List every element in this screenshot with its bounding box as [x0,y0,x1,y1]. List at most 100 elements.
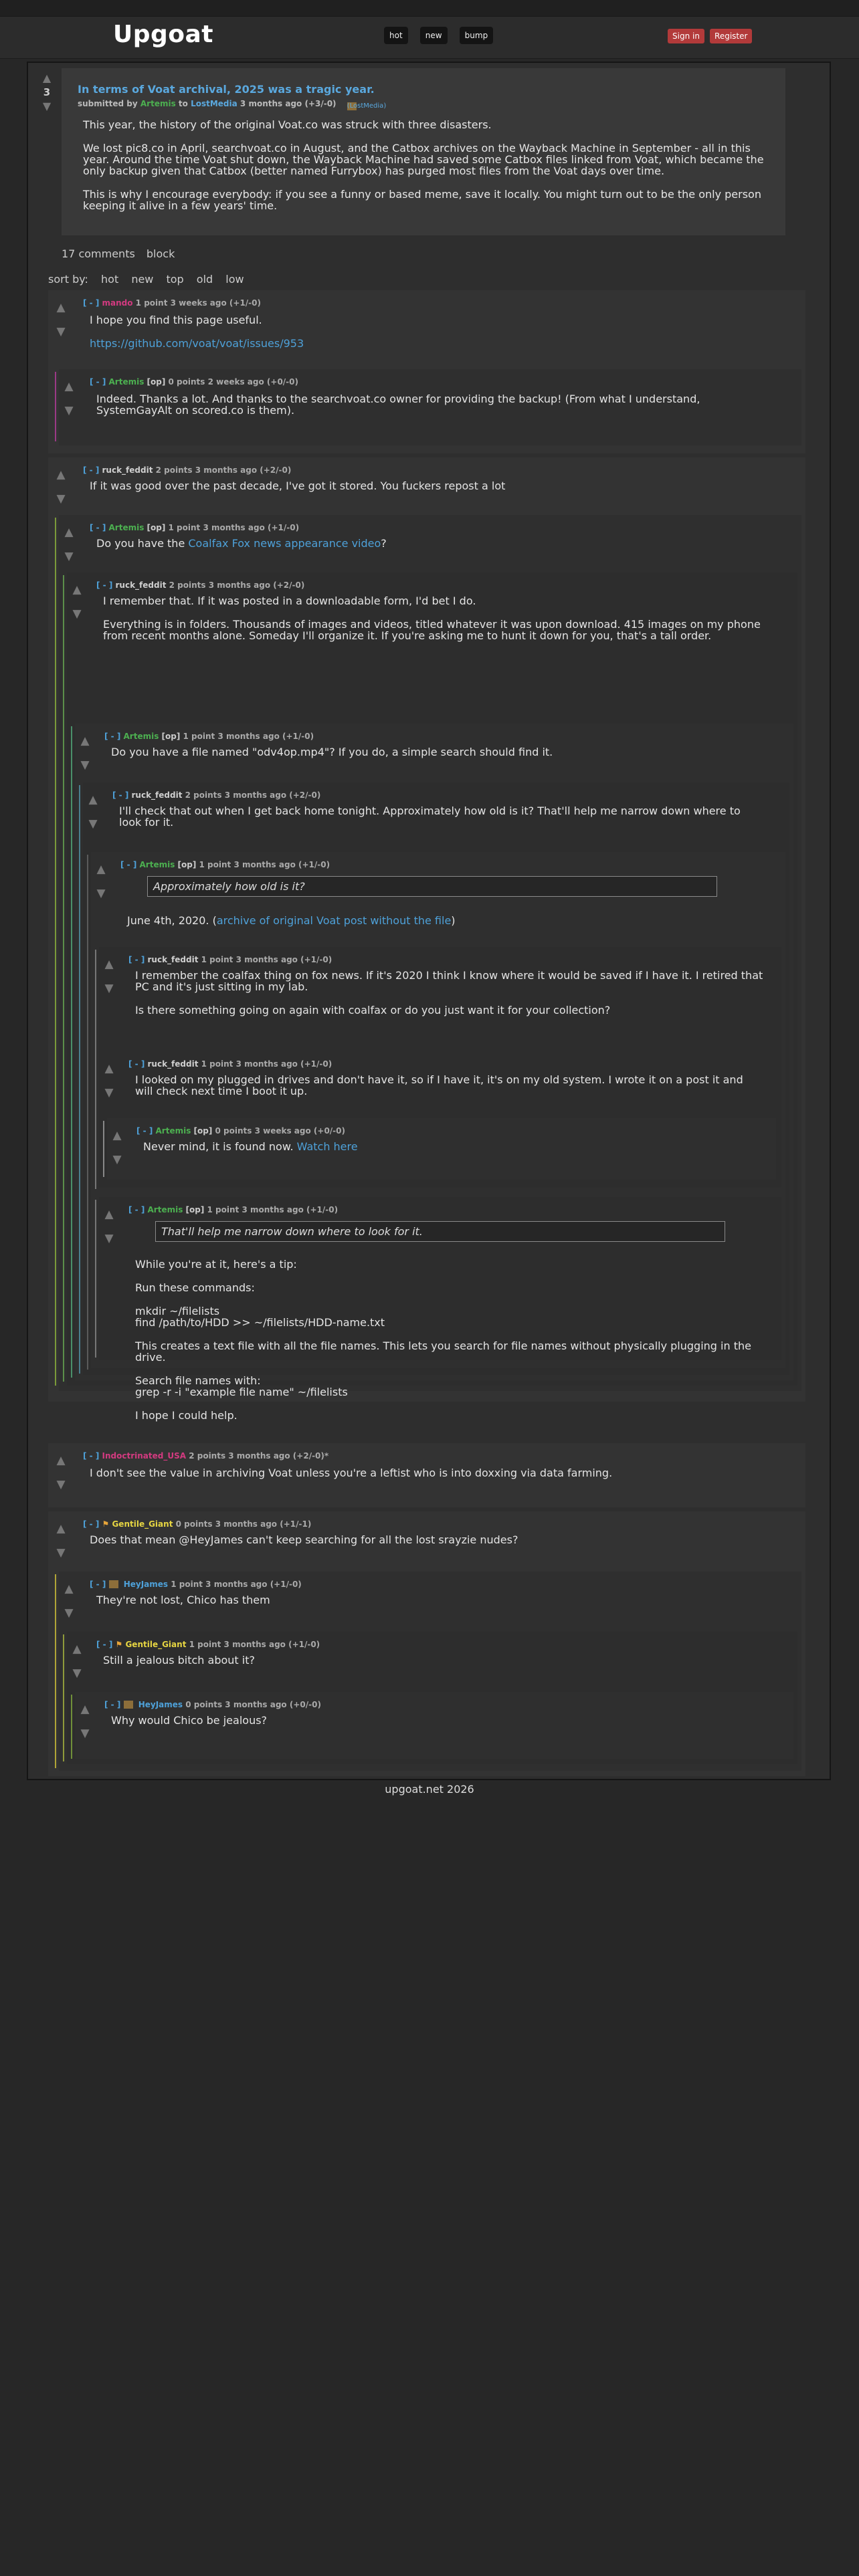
downvote-arrow-icon[interactable]: ▼ [70,1661,84,1685]
downvote-arrow-icon[interactable]: ▼ [102,1081,116,1105]
downvote-arrow-icon[interactable]: ▼ [54,320,68,344]
upvote-arrow-icon[interactable]: ▲ [78,729,92,753]
downvote-arrow-icon[interactable]: ▼ [62,544,76,568]
collapse-toggle[interactable]: [ - ] [90,377,106,387]
downvote-arrow-icon[interactable]: ▼ [102,976,116,1000]
downvote-arrow-icon[interactable]: ▼ [39,99,55,114]
collapse-toggle[interactable]: [ - ] [83,465,99,475]
comment-author[interactable]: ruck_feddit [132,790,183,800]
downvote-arrow-icon[interactable]: ▼ [86,812,100,836]
collapse-toggle[interactable]: [ - ] [96,1640,112,1649]
comment-author[interactable]: Artemis [124,732,159,741]
collapse-toggle[interactable]: [ - ] [128,1205,145,1214]
collapse-toggle[interactable]: [ - ] [83,1451,99,1461]
downvote-arrow-icon[interactable]: ▼ [78,753,92,777]
comment-body: That'll help me narrow down where to loo… [155,1221,725,1242]
site-logo[interactable]: Upgoat [113,21,213,48]
upvote-arrow-icon[interactable]: ▲ [54,1517,68,1541]
collapse-toggle[interactable]: [ - ] [112,790,128,800]
comment-author[interactable]: Artemis [148,1205,183,1214]
collapse-toggle[interactable]: [ - ] [96,580,112,590]
upvote-arrow-icon[interactable]: ▲ [62,1577,76,1601]
collapse-toggle[interactable]: [ - ] [136,1126,153,1136]
collapse-toggle[interactable]: [ - ] [128,1059,145,1069]
register-button[interactable]: Register [710,29,753,43]
post-title[interactable]: In terms of Voat archival, 2025 was a tr… [78,83,375,96]
sort-hot[interactable]: hot [101,273,118,286]
tab-bump[interactable]: bump [459,27,494,44]
collapse-toggle[interactable]: [ - ] [90,523,106,532]
comment-author[interactable]: ruck_feddit [148,955,199,964]
upvote-arrow-icon[interactable]: ▲ [54,463,68,487]
upvote-arrow-icon[interactable]: ▲ [78,1697,92,1721]
comment-body: Never mind, it is found now. Watch here [143,1141,358,1164]
sort-new[interactable]: new [131,273,153,286]
upvote-arrow-icon[interactable]: ▲ [102,1057,116,1081]
comment-author[interactable]: ruck_feddit [102,465,153,475]
comment-author[interactable]: Artemis [109,523,145,532]
collapse-toggle[interactable]: [ - ] [104,732,120,741]
downvote-arrow-icon[interactable]: ▼ [78,1721,92,1745]
comment-author[interactable]: Artemis [140,860,175,869]
collapse-toggle[interactable]: [ - ] [83,298,99,308]
comment-author[interactable]: mando [102,298,133,308]
upvote-arrow-icon[interactable]: ▲ [62,520,76,544]
downvote-arrow-icon[interactable]: ▼ [54,1541,68,1565]
tab-hot[interactable]: hot [384,27,408,44]
downvote-arrow-icon[interactable]: ▼ [62,399,76,423]
upvote-arrow-icon[interactable]: ▲ [102,952,116,976]
post-subverse[interactable]: LostMedia [191,99,237,108]
comments-link[interactable]: 17 comments [62,247,135,260]
upvote-arrow-icon[interactable]: ▲ [62,374,76,399]
upvote-arrow-icon[interactable]: ▲ [70,578,84,602]
downvote-arrow-icon[interactable]: ▼ [110,1148,124,1172]
tab-new[interactable]: new [419,27,448,44]
comment-link[interactable]: https://github.com/voat/voat/issues/953 [90,337,304,350]
comment-meta: [ - ] Artemis [op] 1 point 3 months ago … [128,1205,338,1214]
comment-link[interactable]: archive of original Voat post without th… [217,914,451,927]
upvote-arrow-icon[interactable]: ▲ [102,1202,116,1226]
comment-author[interactable]: HeyJames [138,1700,183,1709]
sort-top[interactable]: top [166,273,183,286]
downvote-arrow-icon[interactable]: ▼ [54,487,68,511]
sort-old[interactable]: old [197,273,213,286]
collapse-toggle[interactable]: [ - ] [90,1580,106,1589]
sort-low[interactable]: low [225,273,244,286]
op-badge: [op] [147,523,166,532]
sign-in-button[interactable]: Sign in [668,29,704,43]
comment-text: I remember that. If it was posted in a d… [103,595,476,607]
post-flair[interactable]: (LostMedia) [347,102,386,110]
upvote-arrow-icon[interactable]: ▲ [39,71,55,86]
downvote-arrow-icon[interactable]: ▼ [94,881,108,905]
comment-vote: ▲ ▼ [110,1123,124,1172]
op-badge: [op] [147,377,166,387]
upvote-arrow-icon[interactable]: ▲ [54,1448,68,1473]
comment-author[interactable]: Gentile_Giant [112,1519,173,1529]
comment-author[interactable]: ruck_feddit [148,1059,199,1069]
upvote-arrow-icon[interactable]: ▲ [70,1637,84,1661]
upvote-arrow-icon[interactable]: ▲ [86,788,100,812]
comment-author[interactable]: Artemis [109,377,145,387]
comment-author[interactable]: Indoctrinated_USA [102,1451,187,1461]
thread-line [71,726,72,1378]
comment-link[interactable]: Watch here [297,1140,358,1153]
collapse-toggle[interactable]: [ - ] [83,1519,99,1529]
comment-author[interactable]: ruck_feddit [116,580,167,590]
comment-author[interactable]: HeyJames [124,1580,168,1589]
collapse-toggle[interactable]: [ - ] [128,955,145,964]
upvote-arrow-icon[interactable]: ▲ [110,1123,124,1148]
downvote-arrow-icon[interactable]: ▼ [54,1473,68,1497]
block-link[interactable]: block [147,247,175,260]
downvote-arrow-icon[interactable]: ▼ [102,1226,116,1251]
downvote-arrow-icon[interactable]: ▼ [62,1601,76,1625]
comment-author[interactable]: Artemis [156,1126,191,1136]
upvote-arrow-icon[interactable]: ▲ [54,296,68,320]
thread-line [87,855,88,1370]
collapse-toggle[interactable]: [ - ] [120,860,136,869]
comment-link[interactable]: Coalfax Fox news appearance video [188,537,381,550]
post-author[interactable]: Artemis [140,99,176,108]
downvote-arrow-icon[interactable]: ▼ [70,602,84,626]
collapse-toggle[interactable]: [ - ] [104,1700,120,1709]
upvote-arrow-icon[interactable]: ▲ [94,857,108,881]
comment-author[interactable]: Gentile_Giant [125,1640,186,1649]
